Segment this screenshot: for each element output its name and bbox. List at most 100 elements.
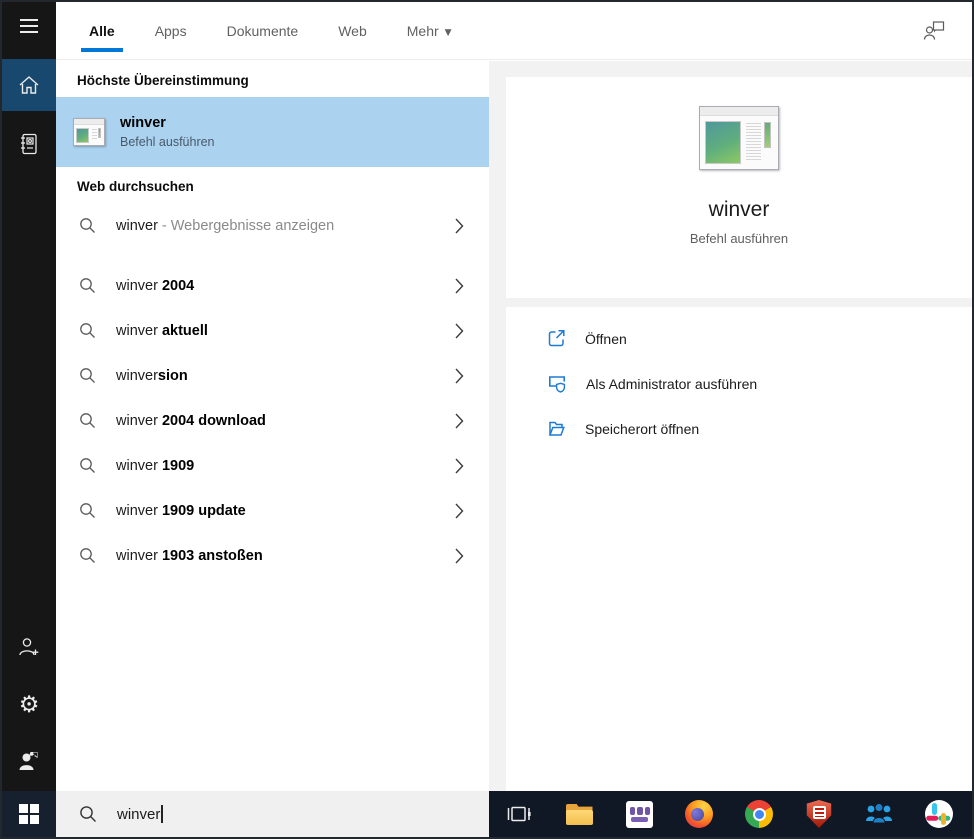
search-icon	[80, 218, 95, 233]
action-run-as-admin[interactable]: Als Administrator ausführen	[506, 361, 972, 406]
web-suggestion-row[interactable]: winver 2004 download	[56, 398, 489, 443]
taskbar-item-people-app[interactable]	[849, 791, 909, 837]
taskbar-item-file-explorer[interactable]	[549, 791, 609, 837]
web-suggestion-row[interactable]: winversion	[56, 353, 489, 398]
file-explorer-icon	[565, 804, 593, 825]
web-suggestion-row[interactable]: winver 1903 anstoßen	[56, 533, 489, 578]
open-icon	[548, 330, 565, 347]
search-icon	[80, 806, 96, 822]
chevron-right-icon[interactable]	[455, 413, 464, 429]
web-suggestion-row[interactable]: winver 1909	[56, 443, 489, 488]
taskbar-item-task-view[interactable]	[489, 791, 549, 837]
tab-dokumente[interactable]: Dokumente	[225, 3, 301, 59]
purple-app-icon	[625, 800, 653, 828]
sidebar-item-home[interactable]	[2, 59, 56, 111]
preview-header-card: winver Befehl ausführen	[506, 77, 972, 298]
sidebar: ⚙	[2, 2, 56, 791]
action-open-file-location[interactable]: Speicherort öffnen	[506, 406, 972, 451]
suggestion-text: winver 1909 update	[116, 502, 246, 519]
tab-mehr[interactable]: Mehr ▼	[405, 3, 454, 59]
hamburger-menu-icon[interactable]	[2, 2, 56, 50]
action-run-as-admin-label: Als Administrator ausführen	[586, 375, 758, 392]
taskbar-item-chrome[interactable]	[729, 791, 789, 837]
add-user-icon	[19, 638, 39, 656]
chevron-right-icon[interactable]	[455, 278, 464, 294]
search-icon	[80, 368, 95, 383]
sidebar-item-add-user[interactable]	[2, 622, 56, 672]
search-query-text: winver	[117, 805, 161, 823]
winver-app-icon-large	[699, 106, 779, 170]
slack-icon	[925, 800, 953, 828]
tab-web[interactable]: Web	[336, 3, 369, 59]
tab-alle-label: Alle	[89, 22, 115, 39]
settings-gear-icon: ⚙	[18, 692, 40, 718]
start-button[interactable]	[2, 791, 56, 837]
suggestion-text: winver aktuell	[116, 322, 208, 339]
chevron-right-icon[interactable]	[455, 503, 464, 519]
preview-actions-card: Öffnen Als Administrator ausführen Speic…	[506, 307, 972, 791]
suggestion-text: winver 2004 download	[116, 412, 266, 429]
taskbar-item-purple-app[interactable]	[609, 791, 669, 837]
tab-mehr-label: Mehr	[406, 22, 439, 39]
tab-alle[interactable]: Alle	[81, 3, 123, 59]
search-icon	[80, 413, 95, 428]
account-feedback-button[interactable]	[923, 20, 946, 41]
web-suggestion-row[interactable]: winver aktuell	[56, 308, 489, 353]
sidebar-item-feedback[interactable]	[2, 736, 56, 786]
sidebar-item-journal[interactable]	[2, 119, 56, 169]
journal-icon	[21, 133, 37, 155]
web-suggestion-row[interactable]: winver 1909 update	[56, 488, 489, 533]
chevron-right-icon[interactable]	[455, 458, 464, 474]
best-match-result[interactable]: winver Befehl ausführen	[56, 97, 489, 167]
dropdown-arrow-icon: ▼	[444, 27, 452, 38]
search-filter-tabs: Alle Apps Dokumente Web Mehr ▼	[56, 2, 972, 60]
share-feedback-icon	[19, 752, 38, 770]
web-suggestion-row[interactable]: winver - Webergebnisse anzeigen	[56, 203, 489, 248]
taskbar-search-input[interactable]: winver	[56, 791, 489, 837]
task-view-icon	[507, 806, 531, 822]
home-icon	[19, 76, 39, 94]
preview-panel: winver Befehl ausführen Öffnen Als Admin…	[489, 61, 972, 791]
tab-apps[interactable]: Apps	[153, 3, 189, 59]
search-icon	[80, 548, 95, 563]
web-suggestion-row[interactable]: winver 2004	[56, 263, 489, 308]
best-match-title: winver	[120, 115, 166, 131]
security-shield-icon	[806, 800, 832, 828]
winver-app-icon	[73, 118, 105, 146]
text-cursor	[161, 805, 163, 823]
taskbar-item-security-shield[interactable]	[789, 791, 849, 837]
hamburger-bars	[20, 19, 38, 33]
best-match-text: winver Befehl ausführen	[120, 115, 215, 149]
chevron-right-icon[interactable]	[455, 323, 464, 339]
action-open[interactable]: Öffnen	[506, 316, 972, 361]
action-open-file-location-label: Speicherort öffnen	[585, 420, 700, 437]
tab-apps-label: Apps	[154, 22, 187, 39]
windows-start-icon	[19, 804, 39, 824]
search-icon	[80, 503, 95, 518]
chevron-right-icon[interactable]	[455, 548, 464, 564]
person-feedback-icon	[923, 21, 945, 40]
admin-shield-icon	[549, 375, 566, 393]
search-icon	[80, 278, 95, 293]
suggestion-text: winver 1909	[116, 457, 195, 474]
windows-search-flyout: ⚙ Alle Apps Dokumente Web Mehr ▼ Höchste…	[0, 0, 974, 839]
action-open-label: Öffnen	[585, 330, 627, 347]
taskbar-item-firefox[interactable]	[669, 791, 729, 837]
firefox-icon	[685, 800, 713, 828]
web-search-header: Web durchsuchen	[77, 179, 194, 194]
best-match-subtitle: Befehl ausführen	[120, 135, 215, 149]
tab-dokumente-label: Dokumente	[226, 22, 299, 39]
chevron-right-icon[interactable]	[455, 368, 464, 384]
suggestion-text: winversion	[116, 367, 188, 384]
search-icon	[80, 458, 95, 473]
bottom-bar: winver	[2, 791, 972, 837]
sidebar-item-settings[interactable]: ⚙	[2, 680, 56, 730]
taskbar	[489, 791, 972, 837]
best-match-header: Höchste Übereinstimmung	[77, 73, 249, 88]
open-location-icon	[548, 421, 565, 436]
taskbar-item-slack[interactable]	[909, 791, 969, 837]
preview-title: winver	[708, 198, 770, 221]
tab-web-label: Web	[338, 22, 367, 39]
chevron-right-icon[interactable]	[455, 218, 464, 234]
suggestion-text: winver 2004	[116, 277, 195, 294]
